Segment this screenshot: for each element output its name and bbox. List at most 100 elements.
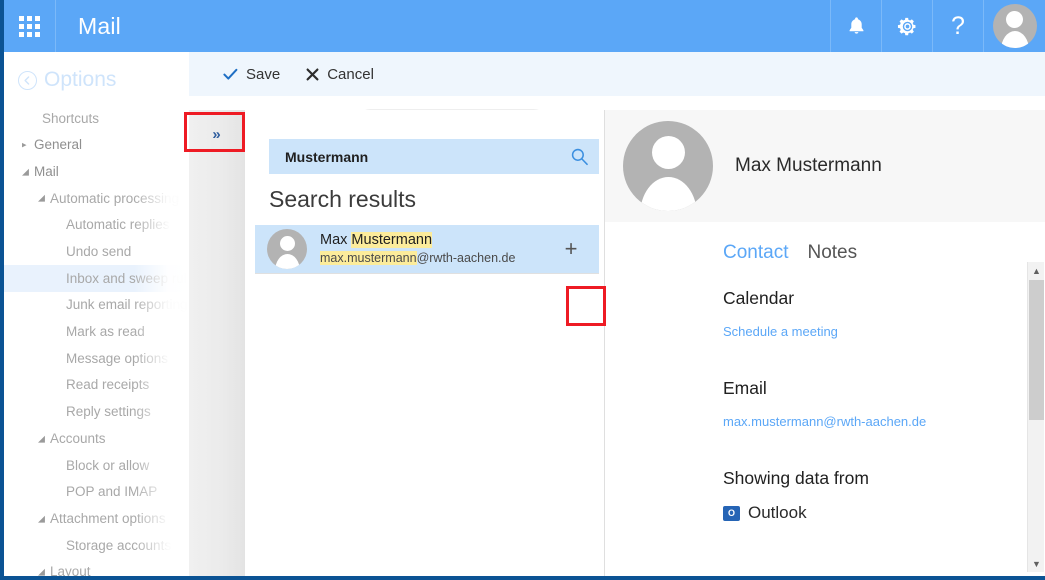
sidebar-item-attachment-options[interactable]: ◢ Attachment options bbox=[4, 505, 189, 532]
sidebar-item-label: Shortcuts bbox=[42, 112, 99, 126]
options-nav-list: Shortcuts ▸ General ◢ Mail ◢Automatic process… bbox=[4, 102, 189, 576]
sidebar-item-inbox-and-sweep-rules[interactable]: Inbox and sweep rules bbox=[4, 265, 189, 292]
result-email-highlight: max.mustermann bbox=[320, 251, 417, 265]
chevron-down-icon[interactable]: ▼ bbox=[1028, 555, 1045, 572]
sidebar-item-reply-settings[interactable]: Reply settings bbox=[4, 399, 189, 426]
sidebar-item-block-or-allow[interactable]: Block or allow bbox=[4, 452, 189, 479]
cancel-label: Cancel bbox=[327, 66, 374, 83]
sidebar-item-read-receipts[interactable]: Read receipts bbox=[4, 372, 189, 399]
sidebar-item-junk-email-reporting[interactable]: Junk email reporting bbox=[4, 292, 189, 319]
sidebar-item-label: Undo send bbox=[66, 245, 131, 259]
options-back-link[interactable]: Options bbox=[4, 52, 189, 102]
chevron-down-icon: ◢ bbox=[38, 514, 45, 523]
tab-contact[interactable]: Contact bbox=[723, 242, 788, 264]
sidebar-item-label: Message options bbox=[66, 352, 168, 366]
sidebar-item-label: Layout bbox=[50, 565, 91, 576]
contact-section-source: Showing data from O Outlook bbox=[723, 468, 1015, 523]
sidebar-item-mail[interactable]: ◢ Mail bbox=[4, 158, 189, 185]
sidebar-item-mark-as-read[interactable]: Mark as read bbox=[4, 319, 189, 346]
result-email-rest: @rwth-aachen.de bbox=[417, 251, 516, 265]
outlook-icon: O bbox=[723, 506, 740, 521]
search-input[interactable] bbox=[269, 149, 559, 165]
sidebar-item-shortcuts[interactable]: Shortcuts bbox=[4, 105, 189, 132]
sidebar-item-layout[interactable]: ◢Layout bbox=[4, 559, 189, 576]
result-name-highlight: Mustermann bbox=[351, 232, 432, 248]
source-row: O Outlook bbox=[723, 503, 1015, 523]
contact-scrollbar[interactable]: ▲ ▼ bbox=[1027, 262, 1044, 572]
schedule-meeting-link[interactable]: Schedule a meeting bbox=[723, 324, 838, 339]
question-mark-icon: ? bbox=[951, 14, 965, 39]
sidebar-item-general[interactable]: ▸ General bbox=[4, 132, 189, 159]
sidebar-item-automatic-processing[interactable]: ◢Automatic processing bbox=[4, 185, 189, 212]
help-button[interactable]: ? bbox=[932, 0, 983, 52]
sidebar-item-storage-accounts[interactable]: Storage accounts bbox=[4, 532, 189, 559]
app-launcher-button[interactable] bbox=[4, 0, 56, 52]
contact-header: Max Mustermann bbox=[605, 110, 1045, 222]
section-heading: Showing data from bbox=[723, 468, 1015, 489]
cancel-button[interactable]: Cancel bbox=[298, 62, 382, 87]
sidebar-item-label: General bbox=[34, 138, 82, 152]
tab-notes[interactable]: Notes bbox=[807, 242, 857, 264]
contact-section-email: Email max.mustermann@rwth-aachen.de bbox=[723, 378, 1015, 431]
chevron-right-icon: ▸ bbox=[22, 141, 27, 150]
sidebar-item-automatic-replies[interactable]: Automatic replies bbox=[4, 212, 189, 239]
chevron-down-icon: ◢ bbox=[22, 167, 29, 176]
chevron-down-icon: ◢ bbox=[38, 434, 45, 443]
sidebar-item-label: Junk email reporting bbox=[66, 298, 188, 312]
sidebar-item-undo-send[interactable]: Undo send bbox=[4, 238, 189, 265]
result-name: Max Mustermann bbox=[320, 232, 432, 248]
section-heading: Email bbox=[723, 378, 1015, 399]
search-result-item[interactable]: Max Mustermann max.mustermann@rwth-aache… bbox=[255, 225, 599, 273]
save-label: Save bbox=[246, 66, 280, 83]
search-results-heading: Search results bbox=[269, 186, 416, 213]
expand-panel-button[interactable]: » bbox=[189, 117, 244, 151]
sidebar-item-message-options[interactable]: Message options bbox=[4, 345, 189, 372]
options-sidebar: Options Shortcuts▸General◢Mail◢Automatic… bbox=[4, 52, 189, 576]
app-title: Mail bbox=[56, 0, 830, 52]
options-title: Options bbox=[44, 68, 116, 92]
checkmark-icon bbox=[223, 68, 238, 81]
sidebar-item-label: Inbox and sweep rules bbox=[66, 272, 189, 286]
command-bar: Save Cancel bbox=[189, 52, 1045, 96]
settings-gear-icon bbox=[897, 16, 918, 37]
search-box[interactable] bbox=[269, 139, 599, 174]
settings-button[interactable] bbox=[881, 0, 932, 52]
sidebar-item-accounts[interactable]: ◢ Accounts bbox=[4, 425, 189, 452]
notifications-button[interactable] bbox=[830, 0, 881, 52]
contact-section-calendar: Calendar Schedule a meeting bbox=[723, 288, 1015, 341]
sidebar-item-label: Storage accounts bbox=[66, 539, 171, 553]
sidebar-item-label: Read receipts bbox=[66, 378, 149, 392]
sidebar-item-label: POP and IMAP bbox=[66, 485, 157, 499]
add-recipient-button[interactable]: + bbox=[555, 233, 587, 265]
account-avatar-button[interactable] bbox=[983, 0, 1045, 52]
scrollbar-thumb[interactable] bbox=[1029, 280, 1044, 420]
chevron-up-icon[interactable]: ▲ bbox=[1028, 262, 1045, 279]
sidebar-item-label: Mail bbox=[34, 165, 59, 179]
sidebar-item-label: Mark as read bbox=[66, 325, 145, 339]
contact-detail-panel: Max Mustermann Contact Notes Calendar Sc… bbox=[604, 110, 1045, 576]
content-area: Save Cancel It was received from... Max … bbox=[189, 52, 1045, 576]
sidebar-item-label: Reply settings bbox=[66, 405, 151, 419]
top-header-bar: Mail ? bbox=[4, 0, 1045, 52]
app-grid-icon bbox=[19, 16, 40, 37]
section-heading: Calendar bbox=[723, 288, 1015, 309]
result-name-prefix: Max bbox=[320, 232, 351, 248]
contact-name: Max Mustermann bbox=[735, 155, 882, 177]
collapse-rail: » bbox=[189, 110, 244, 576]
sidebar-item-label: Attachment options bbox=[50, 512, 166, 526]
search-submit-button[interactable] bbox=[559, 139, 599, 174]
contact-email-link[interactable]: max.mustermann@rwth-aachen.de bbox=[723, 414, 926, 429]
save-button[interactable]: Save bbox=[215, 62, 288, 87]
sidebar-item-pop-and-imap[interactable]: POP and IMAP bbox=[4, 479, 189, 506]
contact-tabs: Contact Notes bbox=[723, 242, 857, 264]
user-avatar-icon bbox=[267, 229, 307, 269]
result-text: Max Mustermann max.mustermann@rwth-aache… bbox=[320, 231, 555, 268]
result-email: max.mustermann@rwth-aachen.de bbox=[320, 251, 515, 265]
magnifier-icon bbox=[570, 147, 589, 166]
source-name: Outlook bbox=[748, 503, 807, 523]
back-arrow-icon bbox=[18, 71, 37, 90]
contact-body: Calendar Schedule a meeting Email max.mu… bbox=[723, 288, 1015, 560]
sidebar-item-label: Accounts bbox=[50, 432, 106, 446]
sidebar-item-label: Automatic replies bbox=[66, 218, 170, 232]
people-search-panel: Search results Max Mustermann max.muster… bbox=[244, 110, 604, 576]
